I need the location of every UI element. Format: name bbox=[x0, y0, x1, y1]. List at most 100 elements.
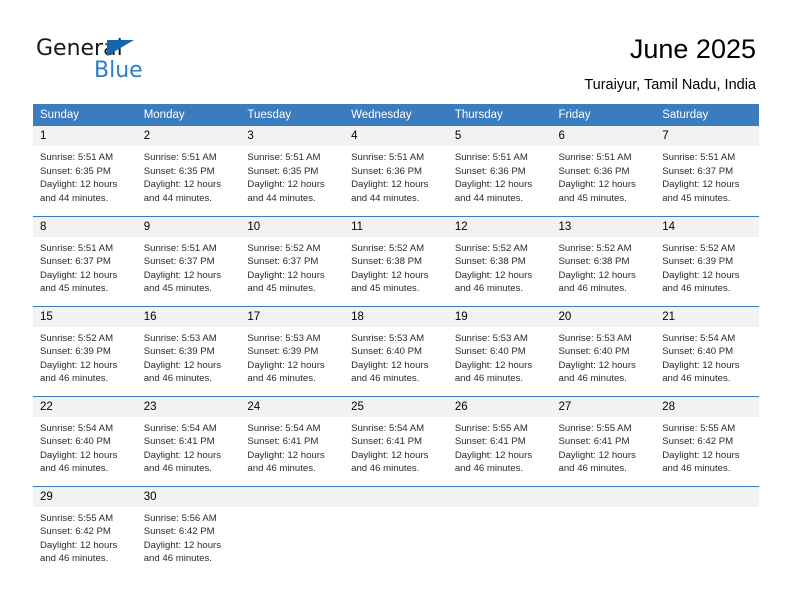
day-number: 13 bbox=[551, 216, 656, 237]
calendar-day-cell[interactable]: 12 Sunrise: 5:52 AM Sunset: 6:38 PM Dayligh… bbox=[447, 215, 552, 306]
day-sunrise-text: Sunrise: 5:55 AM bbox=[662, 422, 736, 434]
calendar-day-cell[interactable]: 22 Sunrise: 5:54 AM Sunset: 6:40 PM Dayligh… bbox=[33, 395, 137, 486]
calendar-day-cell[interactable]: 29 Sunrise: 5:55 AM Sunset: 6:42 PM Dayligh… bbox=[33, 485, 137, 576]
calendar-day-cell[interactable]: 15 Sunrise: 5:52 AM Sunset: 6:39 PM Dayligh… bbox=[33, 305, 137, 396]
day-number: 22 bbox=[33, 396, 137, 417]
day-daylight-text: and 44 minutes. bbox=[454, 192, 524, 204]
day-number: 24 bbox=[240, 396, 345, 417]
page-header: General Blue June 2025 Turaiyur, Tamil N… bbox=[0, 0, 792, 100]
day-daylight-text: and 45 minutes. bbox=[247, 283, 316, 295]
calendar-day-cell[interactable]: 25 Sunrise: 5:54 AM Sunset: 6:41 PM Dayligh… bbox=[344, 395, 448, 486]
day-daylight-text: and 44 minutes. bbox=[247, 192, 316, 204]
calendar-day-cell[interactable]: 20 Sunrise: 5:53 AM Sunset: 6:40 PM Dayligh… bbox=[551, 305, 656, 396]
day-sunrise-text: Sunrise: 5:53 AM bbox=[143, 332, 217, 344]
calendar-day-cell[interactable]: 28 Sunrise: 5:55 AM Sunset: 6:42 PM Dayligh… bbox=[655, 395, 759, 486]
calendar-day-cell[interactable]: 3 Sunrise: 5:51 AM Sunset: 6:35 PM Daylight… bbox=[240, 126, 345, 216]
calendar-day-cell[interactable]: 17 Sunrise: 5:53 AM Sunset: 6:39 PM Dayligh… bbox=[240, 305, 345, 396]
day-sun-info: Sunrise: 5:54 AM Sunset: 6:41 PM Daylight:… bbox=[240, 417, 344, 476]
calendar-day-cell[interactable]: 21 Sunrise: 5:54 AM Sunset: 6:40 PM Dayligh… bbox=[655, 305, 759, 396]
calendar-day-cell[interactable]: 18 Sunrise: 5:53 AM Sunset: 6:40 PM Dayligh… bbox=[344, 305, 448, 396]
day-sunrise-text: Sunrise: 5:54 AM bbox=[143, 422, 217, 434]
day-daylight-text: Daylight: 12 hours bbox=[247, 269, 325, 281]
day-sunrise-text: Sunrise: 5:52 AM bbox=[558, 242, 632, 254]
day-sunrise-text: Sunrise: 5:55 AM bbox=[454, 422, 528, 434]
calendar-day-cell[interactable]: 16 Sunrise: 5:53 AM Sunset: 6:39 PM Dayligh… bbox=[136, 305, 241, 396]
day-daylight-text: and 44 minutes. bbox=[143, 192, 212, 204]
day-sun-info: Sunrise: 5:54 AM Sunset: 6:40 PM Daylight:… bbox=[655, 327, 759, 386]
calendar-day-cell[interactable]: 2 Sunrise: 5:51 AM Sunset: 6:35 PM Daylight… bbox=[136, 126, 241, 216]
day-sun-info: Sunrise: 5:51 AM Sunset: 6:35 PM Daylight:… bbox=[137, 146, 241, 205]
day-daylight-text: and 46 minutes. bbox=[454, 373, 524, 385]
day-sun-info: Sunrise: 5:53 AM Sunset: 6:39 PM Daylight:… bbox=[240, 327, 344, 386]
calendar-day-cell[interactable]: 10 Sunrise: 5:52 AM Sunset: 6:37 PM Dayligh… bbox=[240, 215, 345, 306]
day-number: 6 bbox=[551, 126, 656, 146]
day-sun-info: Sunrise: 5:55 AM Sunset: 6:42 PM Daylight:… bbox=[655, 417, 759, 476]
day-sun-info: Sunrise: 5:53 AM Sunset: 6:39 PM Daylight:… bbox=[137, 327, 241, 386]
day-number: 18 bbox=[344, 306, 448, 327]
calendar-week-row: 15 Sunrise: 5:52 AM Sunset: 6:39 PM Dayligh… bbox=[33, 305, 759, 396]
day-daylight-text: Daylight: 12 hours bbox=[40, 269, 118, 281]
day-sun-info bbox=[552, 507, 656, 512]
day-sunrise-text: Sunrise: 5:55 AM bbox=[558, 422, 632, 434]
day-sunset-text: Sunset: 6:41 PM bbox=[351, 436, 423, 448]
weekday-header-row: Sunday Monday Tuesday Wednesday Thursday… bbox=[33, 104, 759, 126]
day-daylight-text: Daylight: 12 hours bbox=[40, 449, 118, 461]
calendar-day-cell[interactable]: 13 Sunrise: 5:52 AM Sunset: 6:38 PM Dayligh… bbox=[551, 215, 656, 306]
day-sunrise-text: Sunrise: 5:53 AM bbox=[247, 332, 321, 344]
weekday-header-monday: Monday bbox=[136, 104, 241, 126]
calendar-day-cell[interactable]: 8 Sunrise: 5:51 AM Sunset: 6:37 PM Daylight… bbox=[33, 215, 137, 306]
day-sunset-text: Sunset: 6:35 PM bbox=[40, 165, 111, 177]
day-sun-info bbox=[655, 507, 759, 512]
day-daylight-text: and 45 minutes. bbox=[558, 192, 627, 204]
day-sunrise-text: Sunrise: 5:54 AM bbox=[40, 422, 114, 434]
calendar-day-cell[interactable]: 9 Sunrise: 5:51 AM Sunset: 6:37 PM Daylight… bbox=[136, 215, 241, 306]
calendar-day-cell[interactable]: 7 Sunrise: 5:51 AM Sunset: 6:37 PM Daylight… bbox=[655, 126, 759, 216]
calendar-day-cell[interactable]: 23 Sunrise: 5:54 AM Sunset: 6:41 PM Dayligh… bbox=[136, 395, 241, 486]
day-sun-info: Sunrise: 5:55 AM Sunset: 6:42 PM Daylight:… bbox=[33, 507, 137, 566]
calendar-day-cell[interactable]: 26 Sunrise: 5:55 AM Sunset: 6:41 PM Dayligh… bbox=[447, 395, 552, 486]
calendar-day-cell[interactable]: 30 Sunrise: 5:56 AM Sunset: 6:42 PM Dayligh… bbox=[136, 485, 241, 576]
day-daylight-text: Daylight: 12 hours bbox=[40, 179, 118, 191]
calendar-day-cell[interactable]: 27 Sunrise: 5:55 AM Sunset: 6:41 PM Dayligh… bbox=[551, 395, 656, 486]
calendar-day-cell[interactable]: 11 Sunrise: 5:52 AM Sunset: 6:38 PM Dayligh… bbox=[344, 215, 448, 306]
day-daylight-text: Daylight: 12 hours bbox=[247, 449, 325, 461]
day-sunrise-text: Sunrise: 5:56 AM bbox=[143, 512, 217, 524]
day-number: 12 bbox=[447, 216, 552, 237]
day-daylight-text: Daylight: 12 hours bbox=[143, 539, 222, 551]
day-number: 1 bbox=[33, 126, 137, 146]
calendar-day-cell[interactable]: 4 Sunrise: 5:51 AM Sunset: 6:36 PM Daylight… bbox=[344, 126, 448, 216]
day-daylight-text: Daylight: 12 hours bbox=[247, 179, 325, 191]
day-sun-info: Sunrise: 5:51 AM Sunset: 6:35 PM Daylight:… bbox=[33, 146, 137, 205]
calendar-day-cell[interactable]: 6 Sunrise: 5:51 AM Sunset: 6:36 PM Daylight… bbox=[551, 126, 656, 216]
day-sunset-text: Sunset: 6:40 PM bbox=[351, 346, 423, 358]
calendar-day-cell[interactable]: 24 Sunrise: 5:54 AM Sunset: 6:41 PM Dayligh… bbox=[240, 395, 345, 486]
calendar-day-cell[interactable]: 19 Sunrise: 5:53 AM Sunset: 6:40 PM Dayligh… bbox=[447, 305, 552, 396]
calendar-body: 1 Sunrise: 5:51 AM Sunset: 6:35 PM Daylight… bbox=[33, 126, 759, 576]
day-sunrise-text: Sunrise: 5:52 AM bbox=[247, 242, 321, 254]
calendar-day-cell[interactable]: 14 Sunrise: 5:52 AM Sunset: 6:39 PM Dayligh… bbox=[655, 215, 759, 306]
day-daylight-text: and 45 minutes. bbox=[40, 283, 109, 295]
generalblue-logo[interactable]: General Blue bbox=[36, 36, 216, 88]
logo-triangle-icon bbox=[107, 40, 134, 56]
day-number: 14 bbox=[655, 216, 759, 237]
day-number: 5 bbox=[447, 126, 552, 146]
day-sun-info: Sunrise: 5:55 AM Sunset: 6:41 PM Daylight:… bbox=[448, 417, 552, 476]
day-daylight-text: Daylight: 12 hours bbox=[662, 179, 740, 191]
day-sun-info: Sunrise: 5:54 AM Sunset: 6:41 PM Daylight:… bbox=[137, 417, 241, 476]
day-sunset-text: Sunset: 6:35 PM bbox=[143, 165, 215, 177]
day-number: 26 bbox=[447, 396, 552, 417]
day-daylight-text: and 46 minutes. bbox=[40, 553, 109, 565]
day-daylight-text: and 45 minutes. bbox=[351, 283, 420, 295]
day-number: 3 bbox=[240, 126, 345, 146]
day-sunrise-text: Sunrise: 5:51 AM bbox=[662, 152, 736, 163]
day-sun-info: Sunrise: 5:52 AM Sunset: 6:38 PM Daylight:… bbox=[344, 237, 448, 296]
day-sun-info: Sunrise: 5:52 AM Sunset: 6:38 PM Daylight:… bbox=[552, 237, 656, 296]
day-sunset-text: Sunset: 6:36 PM bbox=[454, 165, 526, 177]
day-sun-info bbox=[240, 507, 344, 512]
day-daylight-text: and 44 minutes. bbox=[351, 192, 420, 204]
calendar-day-cell[interactable]: 5 Sunrise: 5:51 AM Sunset: 6:36 PM Daylight… bbox=[447, 126, 552, 216]
calendar-day-cell[interactable]: 1 Sunrise: 5:51 AM Sunset: 6:35 PM Daylight… bbox=[33, 126, 137, 216]
day-number: 20 bbox=[551, 306, 656, 327]
day-sunset-text: Sunset: 6:35 PM bbox=[247, 165, 319, 177]
day-daylight-text: Daylight: 12 hours bbox=[40, 539, 118, 551]
